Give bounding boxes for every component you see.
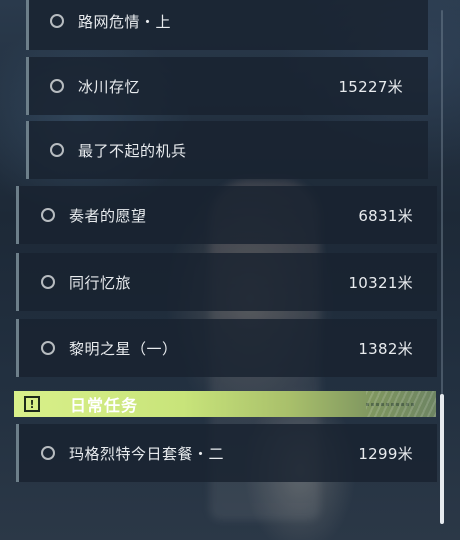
quest-item[interactable]: 冰川存忆 15227米: [26, 57, 428, 115]
quest-distance: 15227米: [338, 77, 403, 96]
quest-item[interactable]: 路网危情・上: [26, 0, 428, 50]
quest-item[interactable]: 黎明之星（一） 1382米: [16, 319, 437, 377]
daily-quest-item[interactable]: 玛格烈特今日套餐・二 1299米: [16, 424, 437, 482]
quest-name: 路网危情・上: [78, 12, 172, 31]
quest-radio-icon: [50, 79, 64, 93]
section-title: 日常任务: [70, 396, 139, 415]
quest-name: 玛格烈特今日套餐・二: [69, 444, 225, 463]
quest-distance: 10321米: [348, 273, 413, 292]
scrollbar-thumb[interactable]: [440, 394, 444, 524]
header-stripes-decoration: [366, 391, 436, 417]
quest-radio-icon: [41, 275, 55, 289]
quest-item[interactable]: 最了不起的机兵: [26, 121, 428, 179]
quest-radio-icon: [41, 341, 55, 355]
quest-distance: 1382米: [358, 339, 413, 358]
quest-name: 最了不起的机兵: [78, 141, 187, 160]
quest-name: 冰川存忆: [78, 77, 141, 96]
exclamation-box-icon: !: [14, 391, 50, 417]
quest-distance: 6831米: [358, 206, 413, 225]
quest-distance: 1299米: [358, 444, 413, 463]
quest-name: 奏者的愿望: [69, 206, 147, 225]
quest-name: 黎明之星（一）: [69, 339, 178, 358]
quest-radio-icon: [50, 143, 64, 157]
quest-radio-icon: [50, 14, 64, 28]
quest-radio-icon: [41, 208, 55, 222]
quest-name: 同行忆旅: [69, 273, 132, 292]
quest-item[interactable]: 奏者的愿望 6831米: [16, 186, 437, 244]
quest-radio-icon: [41, 446, 55, 460]
quest-item[interactable]: 同行忆旅 10321米: [16, 253, 437, 311]
daily-quests-header[interactable]: ! 日常任务: [14, 391, 436, 417]
